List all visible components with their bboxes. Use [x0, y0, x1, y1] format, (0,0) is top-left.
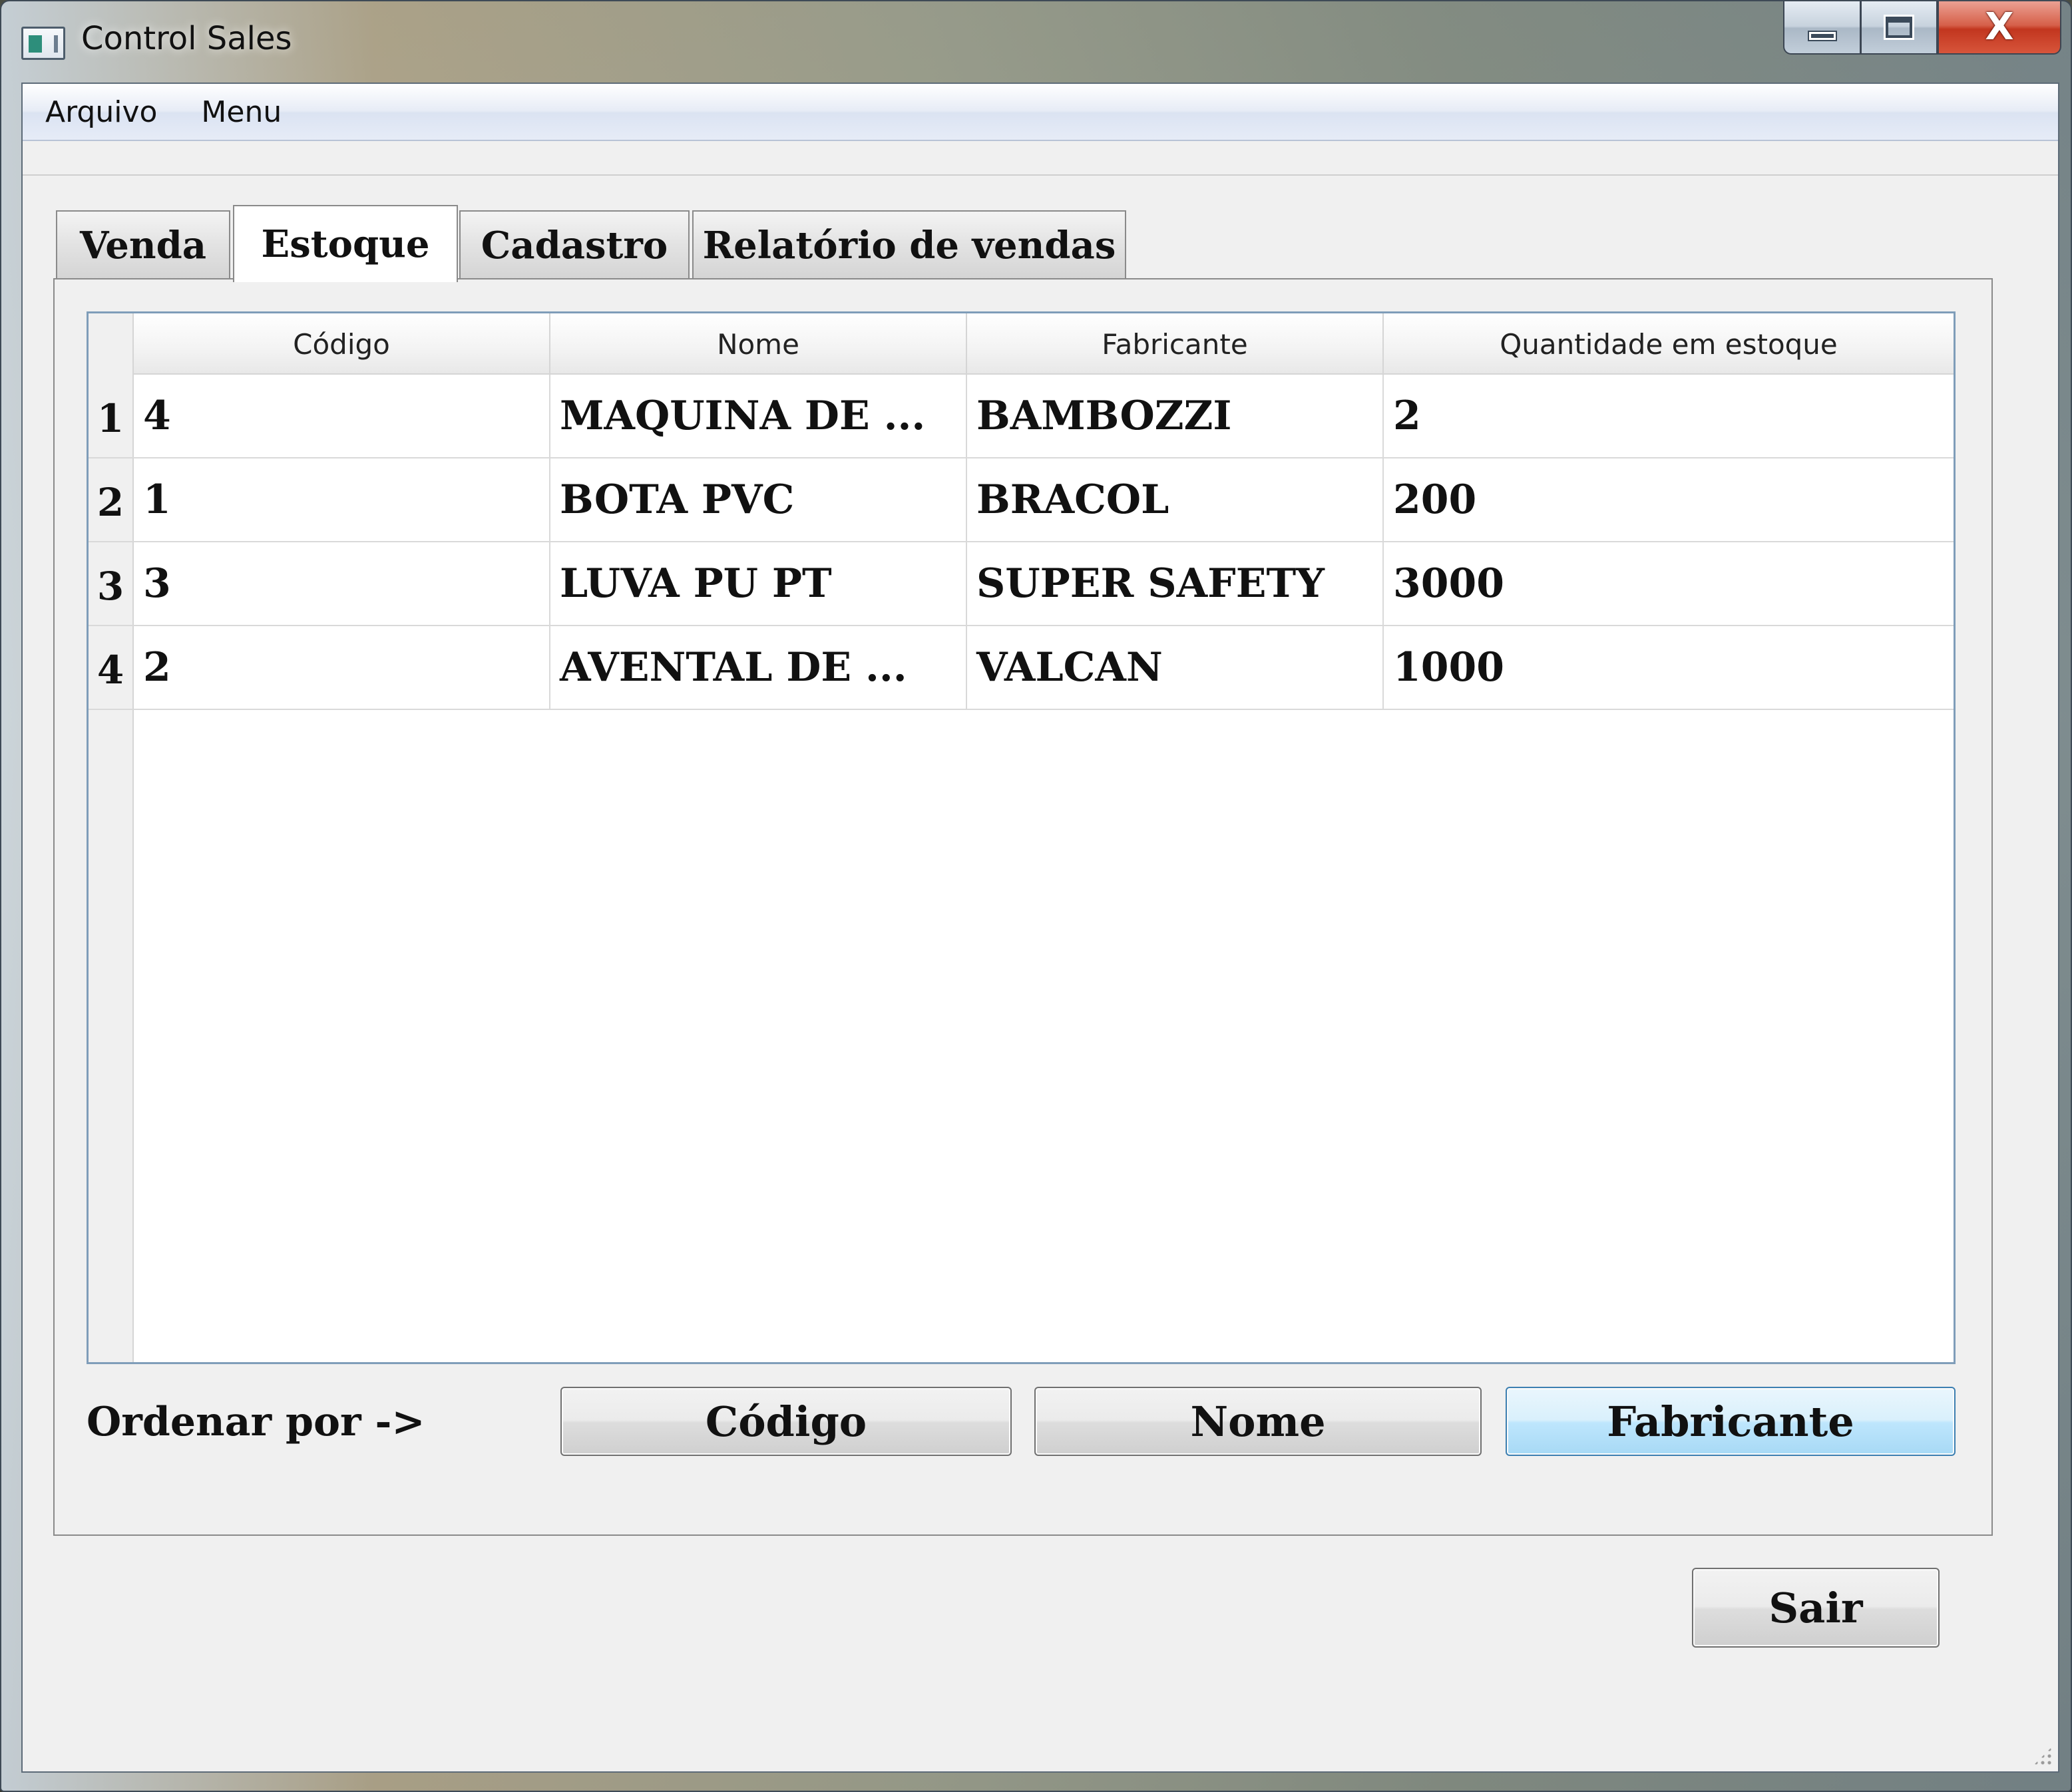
row-header[interactable]: 1: [89, 375, 134, 457]
cell-fabricante[interactable]: SUPER SAFETY: [967, 542, 1384, 625]
row-header[interactable]: 4: [89, 626, 134, 709]
cell-nome[interactable]: LUVA PU PT: [550, 542, 967, 625]
table-row[interactable]: 3 3 LUVA PU PT SUPER SAFETY 3000: [89, 542, 1954, 626]
tab-cadastro[interactable]: Cadastro: [459, 210, 690, 279]
toolbar-strip: [23, 142, 2058, 176]
restore-icon: [1884, 15, 1914, 40]
column-header-quantidade[interactable]: Quantidade em estoque: [1384, 313, 1954, 375]
cell-quantidade[interactable]: 3000: [1384, 542, 1954, 625]
stock-grid[interactable]: Código Nome Fabricante Quantidade em est…: [87, 311, 1956, 1364]
sort-by-codigo-button[interactable]: Código: [560, 1387, 1012, 1456]
exit-button[interactable]: Sair: [1692, 1568, 1940, 1648]
window-title: Control Sales: [81, 20, 292, 57]
table-row[interactable]: 2 1 BOTA PVC BRACOL 200: [89, 458, 1954, 542]
column-header-codigo[interactable]: Código: [134, 313, 550, 375]
grid-header: Código Nome Fabricante Quantidade em est…: [89, 313, 1954, 375]
cell-quantidade[interactable]: 2: [1384, 375, 1954, 457]
client-area: Arquivo Menu Venda Estoque Cadastro Rela…: [21, 83, 2059, 1773]
cell-nome[interactable]: AVENTAL DE ...: [550, 626, 967, 709]
table-row[interactable]: 4 2 AVENTAL DE ... VALCAN 1000: [89, 626, 1954, 710]
cell-fabricante[interactable]: VALCAN: [967, 626, 1384, 709]
tab-panel-estoque: Código Nome Fabricante Quantidade em est…: [53, 278, 1993, 1536]
window-controls: X: [1783, 1, 2061, 55]
sort-by-fabricante-button[interactable]: Fabricante: [1506, 1387, 1956, 1456]
resize-grip-icon[interactable]: [2033, 1746, 2053, 1766]
sort-label: Ordenar por ->: [87, 1399, 425, 1445]
cell-nome[interactable]: BOTA PVC: [550, 458, 967, 541]
cell-fabricante[interactable]: BRACOL: [967, 458, 1384, 541]
column-header-fabricante[interactable]: Fabricante: [967, 313, 1384, 375]
column-header-nome[interactable]: Nome: [550, 313, 967, 375]
menu-menu[interactable]: Menu: [201, 95, 282, 129]
close-button[interactable]: X: [1938, 1, 2061, 55]
cell-quantidade[interactable]: 200: [1384, 458, 1954, 541]
maximize-button[interactable]: [1860, 1, 1938, 55]
cell-codigo[interactable]: 3: [134, 542, 550, 625]
minimize-button[interactable]: [1783, 1, 1860, 55]
cell-fabricante[interactable]: BAMBOZZI: [967, 375, 1384, 457]
cell-codigo[interactable]: 2: [134, 626, 550, 709]
cell-codigo[interactable]: 4: [134, 375, 550, 457]
title-bar[interactable]: Control Sales X: [1, 1, 2071, 81]
tab-venda[interactable]: Venda: [56, 210, 230, 279]
tab-relatorio-de-vendas[interactable]: Relatório de vendas: [692, 210, 1126, 279]
table-row[interactable]: 1 4 MAQUINA DE ... BAMBOZZI 2: [89, 375, 1954, 458]
cell-quantidade[interactable]: 1000: [1384, 626, 1954, 709]
cell-nome[interactable]: MAQUINA DE ...: [550, 375, 967, 457]
tab-estoque[interactable]: Estoque: [233, 205, 458, 282]
menu-bar: Arquivo Menu: [23, 84, 2058, 141]
close-icon: X: [1985, 5, 2014, 49]
minimize-icon: [1808, 32, 1836, 40]
app-icon[interactable]: [21, 27, 65, 60]
sort-by-nome-button[interactable]: Nome: [1034, 1387, 1482, 1456]
grid-corner[interactable]: [89, 313, 134, 375]
row-header[interactable]: 3: [89, 542, 134, 625]
cell-codigo[interactable]: 1: [134, 458, 550, 541]
menu-arquivo[interactable]: Arquivo: [45, 95, 157, 129]
desktop: Control Sales X Arquivo Menu Venda Estoq…: [0, 0, 2072, 1792]
app-window: Control Sales X Arquivo Menu Venda Estoq…: [0, 0, 2072, 1792]
row-header[interactable]: 2: [89, 458, 134, 541]
